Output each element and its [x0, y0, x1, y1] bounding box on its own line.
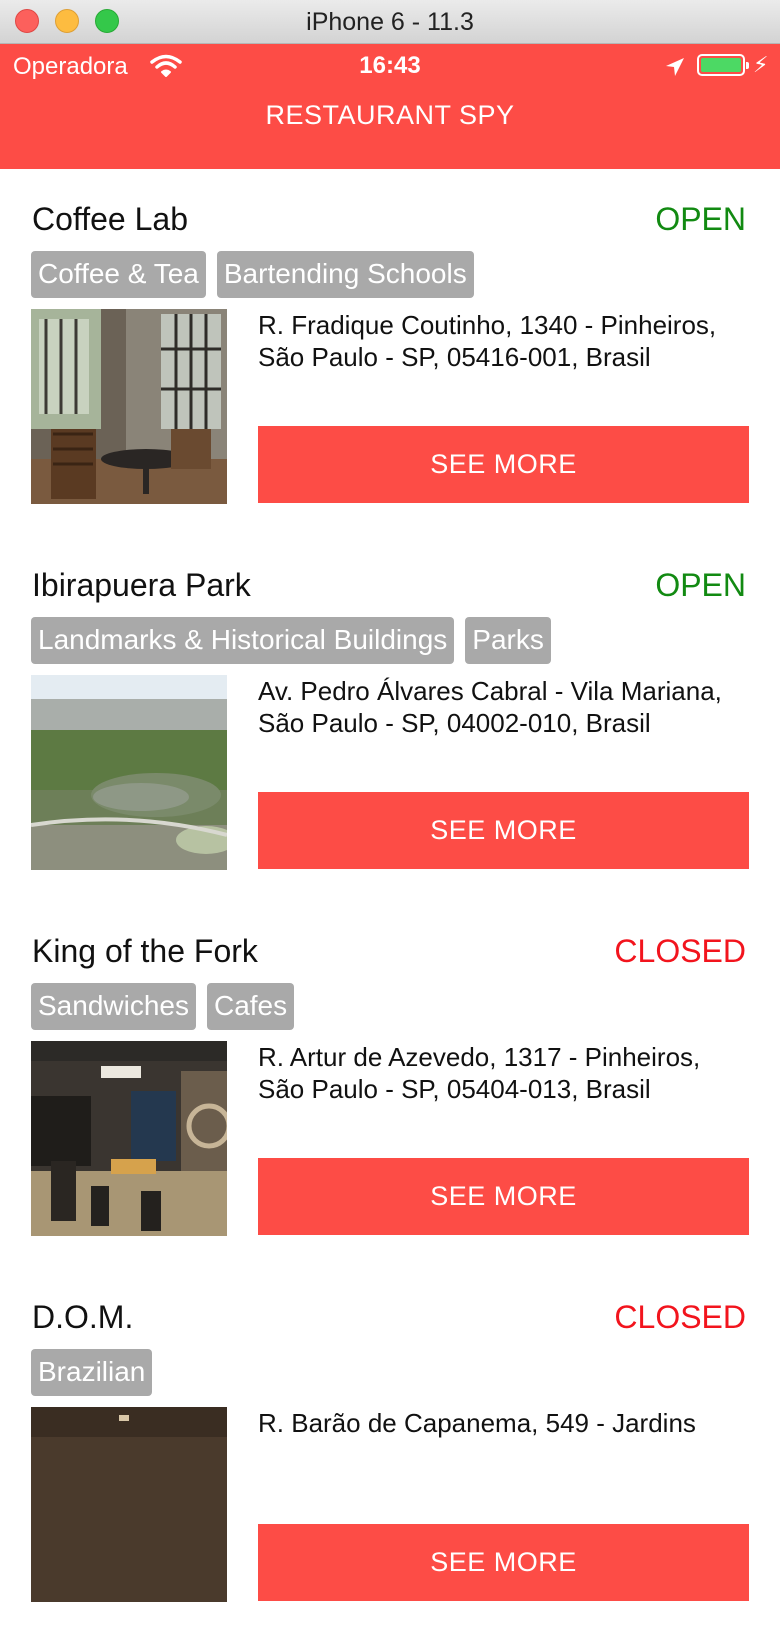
place-photo: [31, 309, 227, 504]
navigation-bar: Operadora 16:43 ⚡ RESTAURANT SPY: [0, 44, 780, 169]
open-status: OPEN: [655, 567, 746, 603]
category-tag: Cafes: [206, 983, 295, 1030]
place-name: King of the Fork: [32, 933, 258, 969]
category-tag: Bartending Schools: [216, 251, 474, 298]
place-card: King of the Fork CLOSED Sandwiches Cafes: [0, 901, 780, 1267]
see-more-button[interactable]: SEE MORE: [258, 1524, 749, 1601]
place-name: Ibirapuera Park: [32, 567, 251, 603]
places-list[interactable]: Coffee Lab OPEN Coffee & Tea Bartending …: [0, 169, 780, 1633]
tag-list: Sandwiches Cafes: [31, 983, 295, 1030]
place-address: Av. Pedro Álvares Cabral - Vila Mariana,…: [258, 676, 722, 738]
category-tag: Sandwiches: [31, 983, 196, 1030]
window-title: iPhone 6 - 11.3: [306, 8, 474, 36]
nav-title: RESTAURANT SPY: [265, 100, 515, 130]
place-name: D.O.M.: [32, 1299, 134, 1335]
place-address: R. Barão de Capanema, 549 - Jardins: [258, 1408, 696, 1438]
category-tag: Landmarks & Historical Buildings: [31, 617, 455, 664]
place-card: Coffee Lab OPEN Coffee & Tea Bartending …: [0, 169, 780, 535]
tag-list: Coffee & Tea Bartending Schools: [31, 251, 474, 298]
simulator-title-bar: iPhone 6 - 11.3: [0, 0, 780, 44]
place-address: R. Fradique Coutinho, 1340 - Pinheiros, …: [258, 310, 717, 372]
place-photo: [31, 1041, 227, 1236]
place-card: D.O.M. CLOSED Brazilian R. Barão de Capa…: [0, 1267, 780, 1633]
status-time: 16:43: [359, 52, 421, 79]
closed-status: CLOSED: [614, 933, 746, 969]
place-address: R. Artur de Azevedo, 1317 - Pinheiros, S…: [258, 1042, 701, 1104]
see-more-button[interactable]: SEE MORE: [258, 426, 749, 503]
charging-bolt-icon: ⚡: [753, 52, 769, 77]
closed-status: CLOSED: [614, 1299, 746, 1335]
open-status: OPEN: [655, 201, 746, 237]
category-tag: Coffee & Tea: [31, 251, 206, 298]
place-photo: [31, 1407, 227, 1602]
place-photo: [31, 675, 227, 870]
category-tag: Brazilian: [31, 1349, 153, 1396]
category-tag: Parks: [465, 617, 551, 664]
location-arrow-icon: [666, 58, 684, 76]
place-card: Ibirapuera Park OPEN Landmarks & Histori…: [0, 535, 780, 901]
place-name: Coffee Lab: [32, 201, 188, 237]
tag-list: Landmarks & Historical Buildings Parks: [31, 617, 551, 664]
see-more-button[interactable]: SEE MORE: [258, 1158, 749, 1235]
tag-list: Brazilian: [31, 1349, 153, 1396]
battery-icon: [697, 54, 749, 76]
see-more-button[interactable]: SEE MORE: [258, 792, 749, 869]
